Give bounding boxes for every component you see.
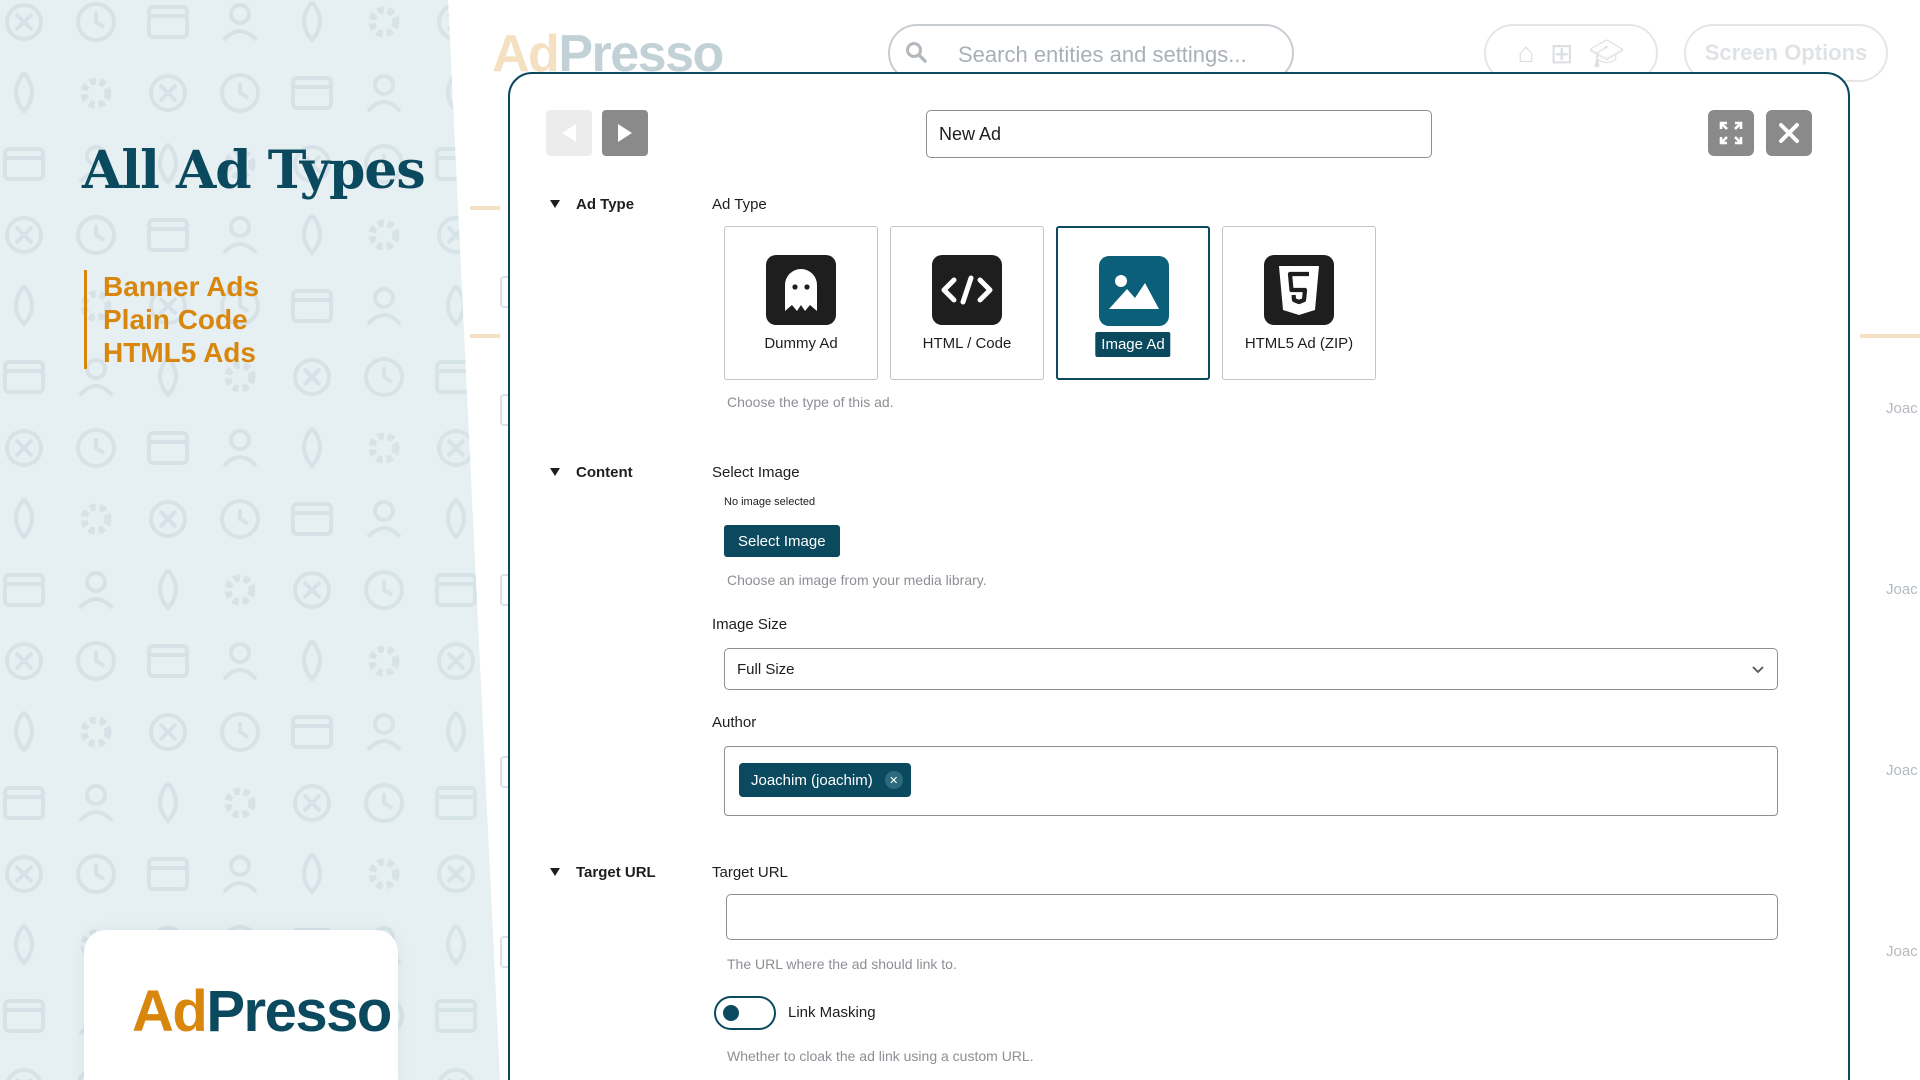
section-toggle-content[interactable]: Content [550, 464, 633, 481]
ad-type-option-image[interactable]: Image Ad [1056, 226, 1210, 380]
ad-edit-modal: Ad Type Ad Type Dummy Ad HTML / Code Ima… [508, 72, 1850, 1080]
target-url-help: The URL where the ad should link to. [727, 956, 957, 972]
toggle-knob [723, 1005, 739, 1021]
section-toggle-ad-type[interactable]: Ad Type [550, 196, 634, 213]
author-chip-label: Joachim (joachim) [751, 771, 873, 789]
search-placeholder: Search entities and settings... [958, 42, 1247, 67]
ad-type-option-html5[interactable]: HTML5 Ad (ZIP) [1222, 226, 1376, 380]
image-size-value: Full Size [737, 660, 795, 678]
caret-down-icon [550, 868, 560, 876]
author-cell: Joac [1886, 400, 1918, 417]
next-icon [618, 124, 632, 142]
ghost-icon [766, 255, 836, 325]
promo-logo-card: AdPresso [84, 930, 398, 1080]
author-cell: Joac [1886, 581, 1918, 598]
no-image-text: No image selected [724, 496, 816, 508]
ad-type-option-label: HTML / Code [922, 335, 1012, 352]
divider [470, 334, 500, 338]
adpresso-logo: AdPresso [132, 979, 392, 1044]
promo-feature-item: HTML5 Ads [103, 337, 256, 368]
caret-down-icon [550, 200, 560, 208]
caret-down-icon [550, 468, 560, 476]
remove-author-icon[interactable]: ✕ [884, 771, 903, 789]
author-label: Author [712, 714, 757, 731]
promo-feature-item: Plain Code [103, 304, 248, 335]
image-size-select[interactable]: Full Size [724, 648, 1778, 690]
ad-type-label: Ad Type [712, 196, 767, 213]
link-masking-help: Whether to cloak the ad link using a cus… [727, 1048, 1034, 1064]
ad-title-input[interactable] [926, 110, 1432, 158]
promo-feature-list: Banner Ads Plain Code HTML5 Ads [84, 270, 259, 369]
close-icon [1779, 123, 1799, 143]
add-box-icon[interactable]: ⊞ [1550, 37, 1573, 70]
link-masking-label: Link Masking [788, 1004, 876, 1021]
divider [470, 206, 500, 210]
expand-icon [1719, 121, 1743, 145]
home-icon[interactable]: ⌂ [1518, 37, 1535, 69]
ad-type-option-html[interactable]: HTML / Code [890, 226, 1044, 380]
fullscreen-button[interactable] [1708, 110, 1754, 156]
close-button[interactable] [1766, 110, 1812, 156]
select-image-help: Choose an image from your media library. [727, 572, 987, 588]
select-image-label: Select Image [712, 464, 800, 481]
graduation-cap-icon[interactable]: 🎓︎ [1589, 37, 1625, 70]
target-url-input[interactable] [726, 894, 1778, 940]
author-field[interactable]: Joachim (joachim) ✕ [724, 746, 1778, 816]
code-icon [932, 255, 1002, 325]
chevron-down-icon [1752, 666, 1764, 674]
select-image-button[interactable]: Select Image [724, 525, 840, 557]
author-chip: Joachim (joachim) ✕ [739, 763, 911, 797]
image-icon [1099, 256, 1169, 326]
divider [1860, 334, 1920, 338]
ad-type-option-label: HTML5 Ad (ZIP) [1244, 335, 1354, 352]
promo-feature-item: Banner Ads [103, 271, 260, 302]
ad-type-option-label: Image Ad [1095, 332, 1171, 357]
link-masking-toggle[interactable] [714, 996, 776, 1030]
ad-type-option-dummy[interactable]: Dummy Ad [724, 226, 878, 380]
section-toggle-target-url[interactable]: Target URL [550, 864, 656, 881]
search-icon [906, 42, 927, 63]
next-button[interactable] [602, 110, 648, 156]
image-size-label: Image Size [712, 616, 788, 633]
target-url-label: Target URL [712, 864, 788, 881]
ad-type-option-label: Dummy Ad [764, 335, 838, 352]
promo-title: All Ad Types [82, 140, 426, 201]
previous-icon [562, 124, 576, 142]
author-cell: Joac [1886, 943, 1918, 960]
previous-button[interactable] [546, 110, 592, 156]
html5-icon [1264, 255, 1334, 325]
ad-type-help: Choose the type of this ad. [727, 394, 894, 410]
promo-panel: All Ad Types Banner Ads Plain Code HTML5… [0, 0, 500, 1080]
author-cell: Joac [1886, 762, 1918, 779]
